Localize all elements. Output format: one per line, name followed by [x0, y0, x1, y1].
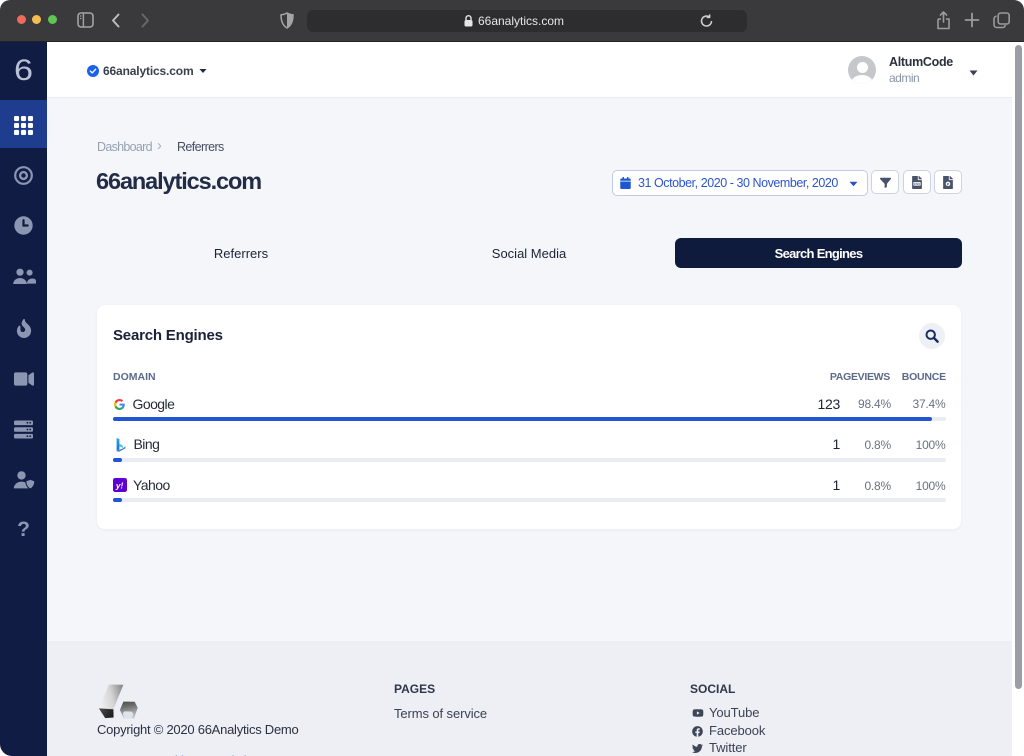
svg-text:CSV: CSV: [914, 181, 920, 185]
svg-text:y!: y!: [115, 480, 124, 490]
